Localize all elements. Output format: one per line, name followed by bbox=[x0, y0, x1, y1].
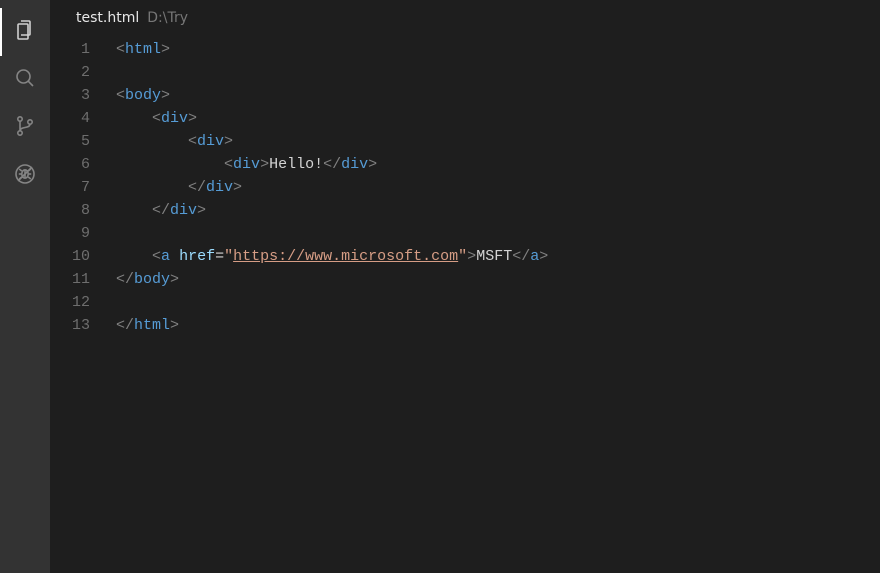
code-content[interactable]: <html> <body> <div> <div> <div>Hello!</d… bbox=[116, 38, 880, 573]
editor-area: test.html D:\Try 12345678910111213 <html… bbox=[50, 0, 880, 573]
git-branch-icon bbox=[13, 114, 37, 142]
editor-tab[interactable]: test.html D:\Try bbox=[50, 0, 880, 35]
activity-bar bbox=[0, 0, 50, 573]
search-icon bbox=[13, 66, 37, 94]
debug-tab[interactable] bbox=[0, 152, 50, 200]
line-number-gutter: 12345678910111213 bbox=[50, 38, 116, 573]
search-tab[interactable] bbox=[0, 56, 50, 104]
code-editor[interactable]: 12345678910111213 <html> <body> <div> <d… bbox=[50, 35, 880, 573]
files-icon bbox=[13, 18, 37, 46]
tab-path: D:\Try bbox=[147, 10, 188, 26]
tab-filename: test.html bbox=[76, 10, 139, 26]
explorer-tab[interactable] bbox=[0, 8, 50, 56]
source-control-tab[interactable] bbox=[0, 104, 50, 152]
bug-slash-icon bbox=[13, 162, 37, 190]
